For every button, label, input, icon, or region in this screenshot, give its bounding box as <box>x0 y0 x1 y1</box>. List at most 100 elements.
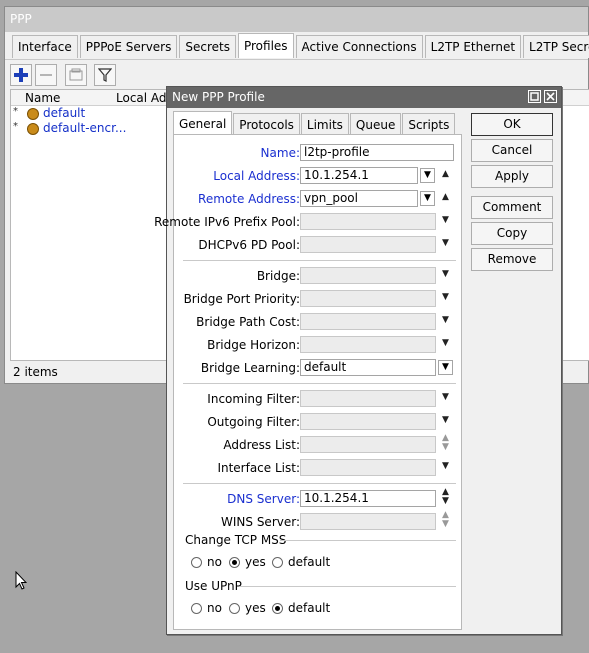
close-icon <box>546 92 555 101</box>
remote-address-input[interactable]: vpn_pool <box>300 190 418 207</box>
note-icon <box>69 68 83 81</box>
local-address-label: Local Address: <box>213 169 300 183</box>
bridge-label: Bridge: <box>256 269 300 283</box>
dns-server-label: DNS Server: <box>227 492 300 506</box>
tab-l2tp-secrets[interactable]: L2TP Secrets <box>523 35 589 58</box>
expand-down-icon[interactable]: ▼ <box>442 292 449 302</box>
dhcpv6-pd-pool-row: DHCPv6 PD Pool: ▼ <box>174 236 463 254</box>
remote-ipv6-prefix-pool-label: Remote IPv6 Prefix Pool: <box>154 215 300 229</box>
address-list-input[interactable] <box>300 436 436 453</box>
tab-scripts[interactable]: Scripts <box>402 113 456 134</box>
tab-queue[interactable]: Queue <box>349 113 402 134</box>
tab-secrets[interactable]: Secrets <box>179 35 236 58</box>
ppp-window-title: PPP <box>5 7 588 32</box>
radio-label: no <box>207 601 222 615</box>
up-down-icon[interactable]: ▲ ▼ <box>442 511 449 529</box>
add-button[interactable] <box>10 64 32 86</box>
bridge-horizon-label: Bridge Horizon: <box>207 338 300 352</box>
expand-down-icon[interactable]: ▼ <box>442 415 449 425</box>
bridge-port-priority-input[interactable] <box>300 290 436 307</box>
collapse-up-icon[interactable]: ▲ <box>442 169 449 179</box>
radio-on-icon <box>272 602 283 614</box>
interface-list-input[interactable] <box>300 459 436 476</box>
incoming-filter-input[interactable] <box>300 390 436 407</box>
local-address-dropdown[interactable]: ▼ <box>420 168 435 183</box>
comment-button[interactable] <box>65 64 87 86</box>
tab-limits[interactable]: Limits <box>300 113 349 134</box>
expand-down-icon[interactable]: ▼ <box>442 338 449 348</box>
outgoing-filter-label: Outgoing Filter: <box>207 415 300 429</box>
dhcpv6-pd-pool-label: DHCPv6 PD Pool: <box>198 238 300 252</box>
expand-down-icon[interactable]: ▼ <box>442 215 449 225</box>
wins-server-label: WINS Server: <box>221 515 300 529</box>
dns-server-input[interactable]: 10.1.254.1 <box>300 490 436 507</box>
maximize-button[interactable] <box>528 90 541 103</box>
expand-down-icon[interactable]: ▼ <box>442 392 449 402</box>
remote-ipv6-prefix-pool-input[interactable] <box>300 213 436 230</box>
copy-button[interactable]: Copy <box>471 222 553 245</box>
name-label: Name: <box>260 146 300 160</box>
bridge-path-cost-input[interactable] <box>300 313 436 330</box>
upnp-default-radio[interactable]: default <box>272 601 330 615</box>
bridge-learning-dropdown[interactable]: ▼ <box>438 360 453 375</box>
section-divider <box>183 483 456 484</box>
tab-profiles[interactable]: Profiles <box>237 33 294 58</box>
apply-button[interactable]: Apply <box>471 165 553 188</box>
radio-label: yes <box>245 555 266 569</box>
remove-button[interactable]: Remove <box>471 248 553 271</box>
bridge-learning-label: Bridge Learning: <box>200 361 300 375</box>
profile-name: default <box>43 106 86 120</box>
expand-down-icon[interactable]: ▼ <box>442 238 449 248</box>
remove-button[interactable] <box>35 64 57 86</box>
tab-general[interactable]: General <box>173 111 233 135</box>
local-address-input[interactable]: 10.1.254.1 <box>300 167 418 184</box>
ok-button[interactable]: OK <box>471 113 553 136</box>
radio-off-icon <box>191 556 202 568</box>
tab-pppoe-servers[interactable]: PPPoE Servers <box>79 35 178 58</box>
filter-button[interactable] <box>94 64 116 86</box>
column-name-header[interactable]: Name <box>25 91 60 105</box>
interface-list-row: Interface List: ▼ <box>174 459 463 477</box>
bridge-learning-select[interactable]: default <box>300 359 436 376</box>
comment-button[interactable]: Comment <box>471 196 553 219</box>
bridge-learning-row: Bridge Learning: default ▼ <box>174 359 463 377</box>
collapse-up-icon[interactable]: ▲ <box>442 192 449 202</box>
bridge-port-priority-row: Bridge Port Priority: ▼ <box>174 290 463 308</box>
new-ppp-profile-dialog: New PPP Profile General Protocols Limits… <box>154 86 562 635</box>
expand-down-icon[interactable]: ▼ <box>442 315 449 325</box>
tab-interface[interactable]: Interface <box>12 35 78 58</box>
up-down-icon[interactable]: ▲ ▼ <box>442 488 449 506</box>
dhcpv6-pd-pool-input[interactable] <box>300 236 436 253</box>
name-input[interactable]: l2tp-profile <box>300 144 454 161</box>
radio-off-icon <box>272 556 283 568</box>
expand-down-icon[interactable]: ▼ <box>442 269 449 279</box>
expand-down-icon[interactable]: ▼ <box>442 461 449 471</box>
remote-address-dropdown[interactable]: ▼ <box>420 191 435 206</box>
upnp-yes-radio[interactable]: yes <box>229 601 266 615</box>
up-down-icon[interactable]: ▲ ▼ <box>442 434 449 452</box>
tcp-mss-default-radio[interactable]: default <box>272 555 330 569</box>
bridge-horizon-row: Bridge Horizon: ▼ <box>174 336 463 354</box>
bridge-path-cost-label: Bridge Path Cost: <box>196 315 300 329</box>
outgoing-filter-input[interactable] <box>300 413 436 430</box>
tcp-mss-yes-radio[interactable]: yes <box>229 555 266 569</box>
upnp-no-radio[interactable]: no <box>191 601 222 615</box>
close-button[interactable] <box>544 90 557 103</box>
profile-icon <box>27 108 39 120</box>
profile-icon <box>27 123 39 135</box>
local-address-row: Local Address: 10.1.254.1 ▼ ▲ <box>174 167 463 185</box>
wins-server-input[interactable] <box>300 513 436 530</box>
tab-l2tp-ethernet[interactable]: L2TP Ethernet <box>424 35 522 58</box>
tab-protocols[interactable]: Protocols <box>233 113 300 134</box>
bridge-horizon-input[interactable] <box>300 336 436 353</box>
tcp-mss-no-radio[interactable]: no <box>191 555 222 569</box>
item-count-status: 2 items <box>13 365 58 379</box>
tab-active-connections[interactable]: Active Connections <box>295 35 423 58</box>
wins-server-row: WINS Server: ▲ ▼ <box>174 511 463 531</box>
name-row: Name: l2tp-profile <box>174 144 463 162</box>
dns-server-row: DNS Server: 10.1.254.1 ▲ ▼ <box>174 488 463 508</box>
radio-label: default <box>288 555 331 569</box>
cancel-button[interactable]: Cancel <box>471 139 553 162</box>
section-divider <box>183 260 456 261</box>
bridge-input[interactable] <box>300 267 436 284</box>
